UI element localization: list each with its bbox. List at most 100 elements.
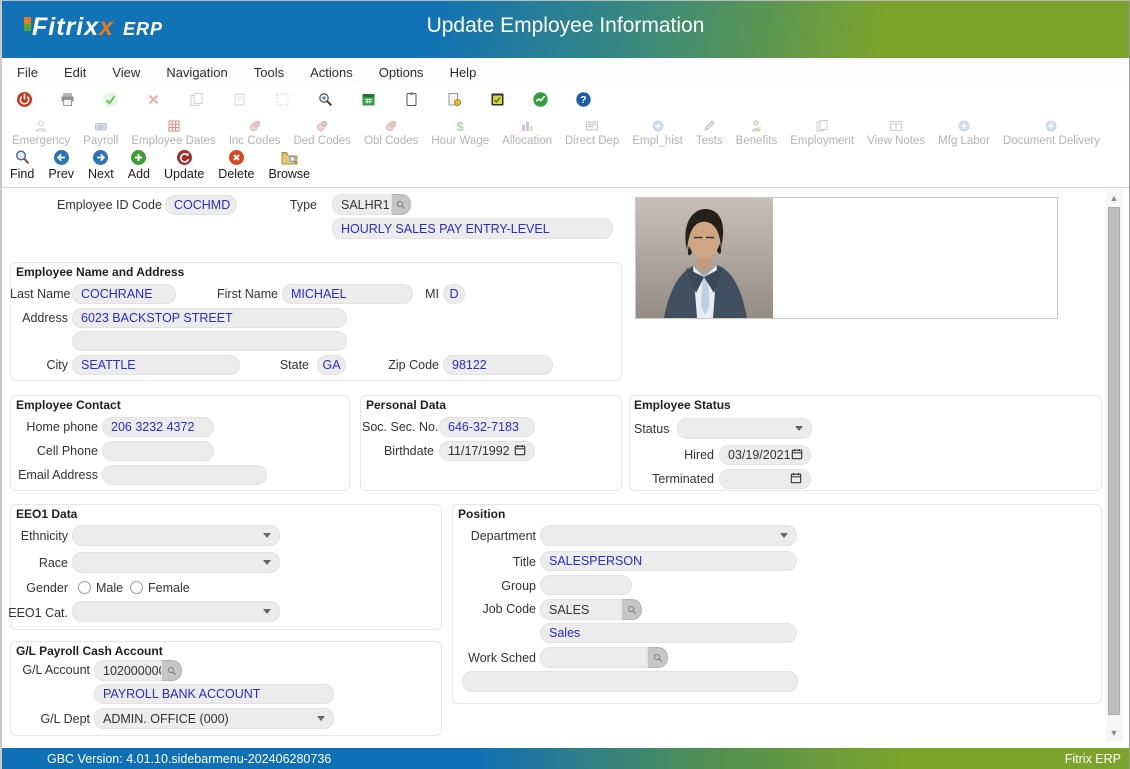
calendar-picker-icon[interactable] <box>791 448 803 463</box>
status-label: Status <box>634 422 674 436</box>
gl-account-lookup-button[interactable] <box>162 660 182 681</box>
clipboard-icon[interactable] <box>403 91 420 108</box>
department-dropdown[interactable] <box>540 525 797 546</box>
module-benefits[interactable]: Benefits <box>736 119 778 147</box>
city-field[interactable]: SEATTLE <box>72 355 240 375</box>
first-name-label: First Name <box>217 287 277 301</box>
accept-check-icon[interactable] <box>102 91 119 108</box>
help-icon[interactable]: ? <box>575 91 592 108</box>
schedule-check-icon[interactable] <box>489 91 506 108</box>
menu-options[interactable]: Options <box>379 65 424 80</box>
module-ded-codes[interactable]: Ded Codes <box>293 119 351 147</box>
module-view-notes[interactable]: View Notes <box>867 119 925 147</box>
find-button[interactable]: Find <box>10 149 34 181</box>
gender-female-radio[interactable] <box>130 581 143 594</box>
mi-field[interactable]: D <box>443 284 465 304</box>
paste-icon[interactable] <box>231 91 248 108</box>
calendar-picker-icon[interactable] <box>514 444 526 459</box>
scrollbar-thumb[interactable] <box>1108 207 1120 715</box>
module-hour-wage[interactable]: $Hour Wage <box>431 119 489 147</box>
hired-field[interactable]: 03/19/2021 <box>719 445 811 465</box>
type-label: Type <box>287 198 317 212</box>
copy-icon[interactable] <box>188 91 205 108</box>
zoom-icon[interactable] <box>317 91 334 108</box>
menu-navigation[interactable]: Navigation <box>166 65 227 80</box>
menu-actions[interactable]: Actions <box>310 65 353 80</box>
module-inc-codes[interactable]: Inc Codes <box>229 119 281 147</box>
status-dropdown[interactable] <box>677 418 812 439</box>
brand-text: Fitrix ERP <box>1065 752 1129 766</box>
job-code-field[interactable]: SALES <box>540 599 622 620</box>
stats-globe-icon[interactable] <box>532 91 549 108</box>
module-allocation[interactable]: Allocation <box>502 119 552 147</box>
email-field[interactable] <box>102 465 267 485</box>
scrollbar-down-arrow[interactable]: ▼ <box>1105 727 1123 739</box>
gender-male-radio[interactable] <box>78 581 91 594</box>
group-field[interactable] <box>540 575 632 595</box>
zip-label: Zip Code <box>387 358 439 372</box>
birthdate-field[interactable]: 11/17/1992 <box>439 441 535 461</box>
menu-edit[interactable]: Edit <box>64 65 86 80</box>
cancel-x-icon[interactable] <box>145 91 162 108</box>
job-code-lookup-button[interactable] <box>622 599 642 620</box>
select-icon[interactable] <box>274 91 291 108</box>
module-employment[interactable]: Employment <box>790 119 854 147</box>
prev-button[interactable]: Prev <box>48 149 74 181</box>
state-label: State <box>277 358 309 372</box>
cell-phone-field[interactable] <box>102 441 214 461</box>
gl-dept-dropdown[interactable]: ADMIN. OFFICE (000) <box>94 708 334 729</box>
race-dropdown[interactable] <box>72 552 280 573</box>
power-icon[interactable] <box>16 91 33 108</box>
module-obl-codes[interactable]: Obl Codes <box>364 119 418 147</box>
terminated-field[interactable] <box>719 469 811 489</box>
address2-field[interactable] <box>72 331 347 351</box>
svg-text:$: $ <box>457 119 465 133</box>
menu-file[interactable]: File <box>17 65 38 80</box>
module-direct-dep[interactable]: Direct Dep <box>565 119 619 147</box>
lookup-magnifier-icon <box>653 653 663 663</box>
ethnicity-dropdown[interactable] <box>72 525 280 546</box>
print-icon[interactable] <box>59 91 76 108</box>
add-button[interactable]: Add <box>128 149 150 181</box>
eeo1-title: EEO1 Data <box>16 507 77 521</box>
calendar-icon[interactable] <box>360 91 377 108</box>
browse-button[interactable]: Browse <box>268 149 310 181</box>
eeo1-cat-dropdown[interactable] <box>72 601 280 622</box>
type-field[interactable]: SALHR1 <box>332 194 392 215</box>
home-phone-label: Home phone <box>16 420 98 434</box>
state-field[interactable]: GA <box>317 355 346 375</box>
zip-field[interactable]: 98122 <box>443 355 553 375</box>
title-field[interactable]: SALESPERSON <box>540 551 797 571</box>
module-mfg-labor[interactable]: Mfg Labor <box>938 119 990 147</box>
module-empl-hist[interactable]: Empl_hist <box>632 119 683 147</box>
menu-view[interactable]: View <box>112 65 140 80</box>
next-button[interactable]: Next <box>88 149 114 181</box>
last-name-field[interactable]: COCHRANE <box>72 284 176 304</box>
update-button[interactable]: Update <box>164 149 204 181</box>
audit-document-icon[interactable] <box>446 91 463 108</box>
module-employee-dates[interactable]: Employee Dates <box>131 119 215 147</box>
scrollbar-up-arrow[interactable]: ▲ <box>1105 192 1123 204</box>
work-sched-lookup-button[interactable] <box>648 647 668 668</box>
contact-title: Employee Contact <box>16 398 121 412</box>
address1-field[interactable]: 6023 BACKSTOP STREET <box>72 308 347 328</box>
badge-person-icon <box>749 119 763 133</box>
module-emergency[interactable]: Emergency <box>12 119 70 147</box>
employee-id-field[interactable]: COCHMD <box>165 195 237 215</box>
menu-tools[interactable]: Tools <box>254 65 284 80</box>
coin-icon <box>384 119 398 133</box>
module-payroll[interactable]: Payroll <box>83 119 118 147</box>
type-lookup-button[interactable] <box>392 194 411 215</box>
delete-button[interactable]: Delete <box>218 149 254 181</box>
employee-photo <box>636 198 773 318</box>
work-sched-field[interactable] <box>540 647 648 668</box>
home-phone-field[interactable]: 206 3232 4372 <box>102 417 214 437</box>
calendar-picker-icon[interactable] <box>790 472 802 487</box>
gl-account-field[interactable]: 102000000 <box>94 660 162 681</box>
first-name-field[interactable]: MICHAEL <box>282 284 413 304</box>
module-tests[interactable]: Tests <box>696 119 723 147</box>
menu-help[interactable]: Help <box>450 65 477 80</box>
gl-account-description-field: PAYROLL BANK ACCOUNT <box>94 684 334 704</box>
ssn-field[interactable]: 646-32-7183 <box>439 417 535 437</box>
module-document-delivery[interactable]: Document Delivery <box>1003 119 1100 147</box>
